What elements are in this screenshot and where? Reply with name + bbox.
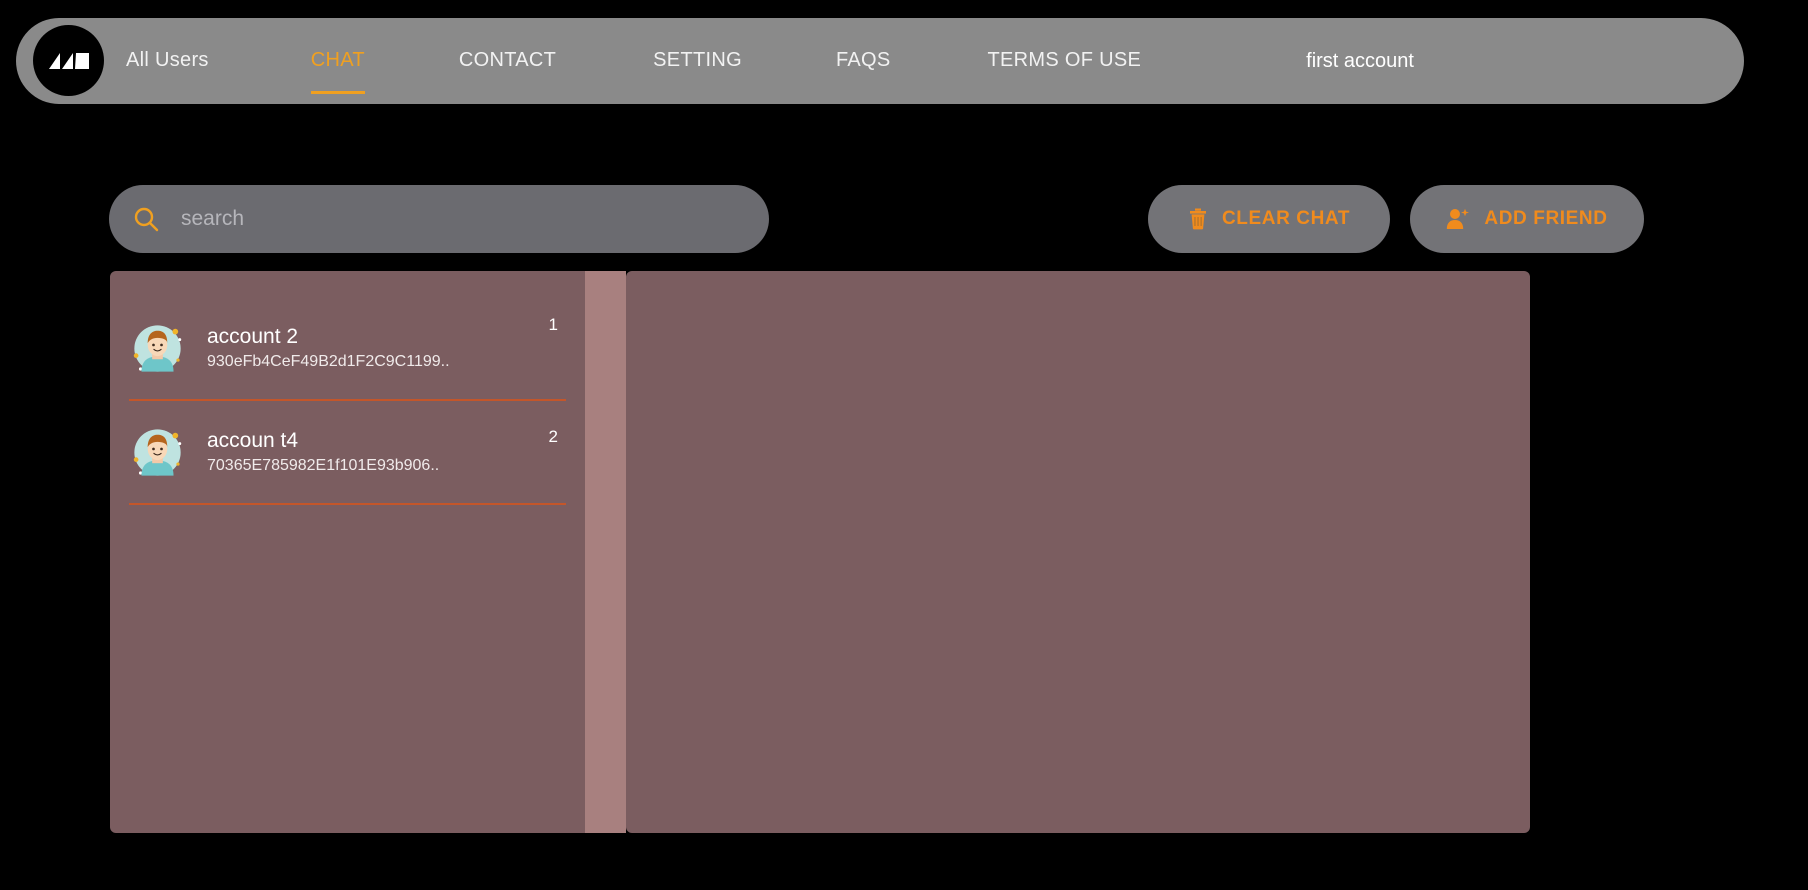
nav-item-contact[interactable]: CONTACT	[459, 50, 556, 72]
top-navigation-bar: All Users CHAT CONTACT SETTING FAQS TERM…	[16, 18, 1744, 104]
nav-item-chat[interactable]: CHAT	[310, 49, 365, 94]
clear-chat-label: CLEAR CHAT	[1221, 208, 1351, 229]
add-friend-label: ADD FRIEND	[1484, 208, 1608, 229]
list-item-name: account 2	[207, 325, 299, 349]
nav-item-setting[interactable]: SETTING	[653, 50, 742, 72]
list-item-address: 930eFb4CeF49B2d1F2C9C1199..	[207, 353, 450, 371]
search-bar[interactable]	[109, 185, 769, 253]
nav-item-terms-of-use[interactable]: TERMS OF USE	[988, 50, 1142, 72]
nav-item-label: FAQS	[835, 49, 891, 71]
app-logo[interactable]	[33, 25, 104, 96]
search-input[interactable]	[181, 185, 769, 253]
account-menu[interactable]: first account	[1306, 51, 1414, 71]
list-item[interactable]: accoun t4 70365E785982E1f101E93b906.. 2	[129, 401, 566, 505]
nav-item-label: TERMS OF USE	[987, 49, 1142, 71]
nav-item-all-users[interactable]: All Users	[126, 50, 209, 72]
list-item-text: account 2 930eFb4CeF49B2d1F2C9C1199..	[207, 323, 450, 373]
search-icon	[134, 207, 159, 232]
conversation-list-panel: account 2 930eFb4CeF49B2d1F2C9C1199.. 1	[110, 271, 585, 833]
active-tab-underline	[310, 91, 365, 94]
nav-item-label: CHAT	[310, 49, 365, 71]
list-item-address: 70365E785982E1f101E93b906..	[207, 457, 440, 475]
panel-divider	[585, 271, 626, 833]
list-item-name: accoun t4	[207, 429, 299, 453]
account-label: first account	[1306, 50, 1414, 72]
list-item-text: accoun t4 70365E785982E1f101E93b906..	[207, 427, 439, 477]
user-avatar	[133, 324, 182, 372]
nav-items: All Users CHAT CONTACT SETTING FAQS TERM…	[126, 18, 1414, 104]
nav-item-label: All Users	[126, 49, 209, 71]
list-item[interactable]: account 2 930eFb4CeF49B2d1F2C9C1199.. 1	[129, 297, 566, 401]
chat-message-panel[interactable]	[626, 271, 1530, 833]
unread-badge: 1	[548, 315, 558, 334]
nav-item-label: SETTING	[653, 49, 742, 71]
nav-item-label: CONTACT	[458, 49, 557, 71]
clear-chat-button[interactable]: CLEAR CHAT	[1148, 185, 1390, 253]
user-avatar	[133, 428, 182, 476]
mountain-zigzag-logo-icon	[48, 53, 89, 69]
chat-workspace: account 2 930eFb4CeF49B2d1F2C9C1199.. 1	[110, 271, 1530, 833]
unread-badge: 2	[548, 427, 558, 446]
trash-icon	[1189, 208, 1206, 230]
add-friend-button[interactable]: ADD FRIEND	[1410, 185, 1644, 253]
nav-item-faqs[interactable]: FAQS	[836, 50, 891, 72]
user-plus-icon	[1447, 208, 1470, 229]
